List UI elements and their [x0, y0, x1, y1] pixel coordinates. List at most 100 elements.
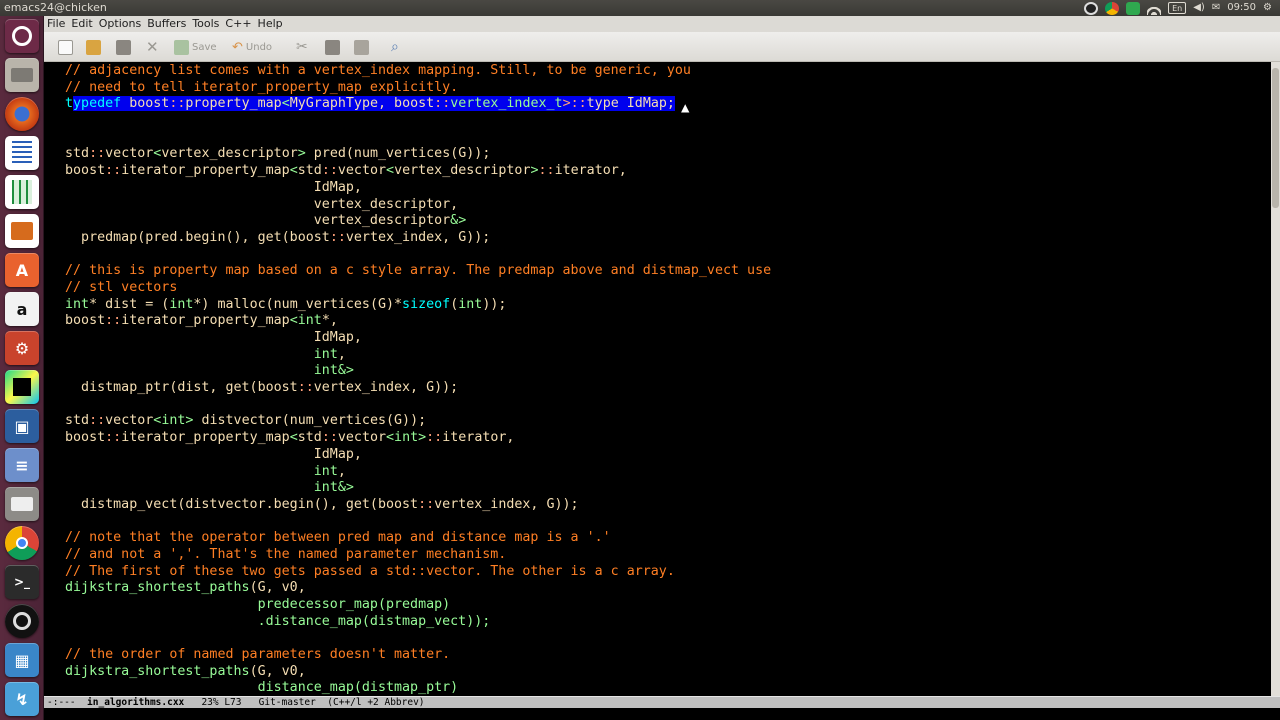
undo-arrow-icon: ↶: [232, 39, 243, 55]
code-token: ypedef: [73, 96, 122, 112]
code-editor[interactable]: // adjacency list comes with a vertex_in…: [44, 62, 1280, 696]
printer-icon[interactable]: [5, 487, 39, 521]
software-center-icon[interactable]: A: [5, 253, 39, 287]
mouse-pointer-icon: ▲: [681, 100, 690, 116]
folder-icon: [86, 39, 101, 55]
code-token: ::: [426, 430, 443, 446]
code-line: // the order of named parameters doesn't…: [65, 647, 1245, 664]
menu-edit[interactable]: Edit: [71, 16, 92, 32]
system-settings-icon[interactable]: ⚙: [5, 331, 39, 365]
buffer-status: -:---: [47, 697, 88, 708]
menu-help[interactable]: Help: [258, 16, 283, 32]
code-line: distmap_ptr(dist, get(boost::vertex_inde…: [65, 380, 1245, 397]
virtualbox-icon[interactable]: ▣: [5, 409, 39, 443]
scissors-icon: ✂: [296, 39, 308, 55]
open-file-button[interactable]: [86, 37, 101, 57]
firefox-icon[interactable]: [5, 97, 39, 131]
code-line: .distance_map(distmap_vect));: [65, 614, 1245, 631]
messaging-icon[interactable]: [1126, 1, 1141, 15]
pinta-icon[interactable]: ≡: [5, 448, 39, 482]
power-gear-icon[interactable]: ⚙: [1263, 0, 1272, 16]
menu-tools[interactable]: Tools: [192, 16, 219, 32]
obs-tray-icon[interactable]: [1084, 1, 1099, 15]
code-token: ::: [321, 430, 338, 446]
dired-button[interactable]: [116, 37, 131, 57]
menu-buffers[interactable]: Buffers: [147, 16, 186, 32]
code-token: // and not a ','. That's the named param…: [65, 546, 507, 562]
impress-icon[interactable]: [5, 214, 39, 248]
code-token: type IdMap;: [586, 96, 675, 112]
wifi-icon[interactable]: [1147, 1, 1162, 15]
search-button[interactable]: ⌕: [391, 37, 399, 57]
mode-line: -:--- in_algorithms.cxx 23% L73 Git-mast…: [44, 696, 1280, 708]
code-line: distance_map(distmap_ptr): [65, 680, 1245, 697]
undo-button[interactable]: ↶ Undo: [232, 37, 272, 57]
terminal-icon[interactable]: >_: [5, 565, 39, 599]
menu-file[interactable]: File: [47, 16, 65, 32]
code-token: dijkstra_shortest_paths: [65, 663, 250, 679]
code-token: distance_map(distmap_ptr): [65, 680, 459, 696]
amazon-icon[interactable]: a: [5, 292, 39, 326]
code-token: dijkstra_shortest_paths: [65, 580, 250, 596]
cursor-icon[interactable]: ↯: [5, 682, 39, 716]
code-line: // need to tell iterator_property_map ex…: [65, 80, 1245, 97]
obs-icon[interactable]: [5, 604, 39, 638]
code-line: // and not a ','. That's the named param…: [65, 547, 1245, 564]
copy-button[interactable]: [325, 37, 340, 57]
code-line: typedef boost::property_map<MyGraphType,…: [65, 96, 1245, 113]
cut-button[interactable]: ✂: [296, 37, 308, 57]
menu-options[interactable]: Options: [99, 16, 141, 32]
code-token: int&>: [313, 363, 354, 379]
buffer-name[interactable]: in_algorithms.cxx: [87, 697, 184, 708]
writer-icon[interactable]: [5, 136, 39, 170]
search-icon: ⌕: [391, 39, 399, 55]
top-panel: emacs24@chicken En ◀) ✉ 09:50 ⚙: [0, 0, 1280, 16]
code-token: *,: [321, 313, 338, 329]
minibuffer[interactable]: [44, 708, 1280, 720]
save-button[interactable]: Save: [174, 37, 217, 57]
code-token: // note that the operator between pred m…: [65, 530, 611, 546]
code-line: // The first of these two gets passed a …: [65, 564, 1245, 581]
code-token: vector: [105, 146, 154, 162]
close-buffer-button[interactable]: ✕: [146, 37, 159, 57]
major-mode[interactable]: (C++/l +2 Abbrev): [316, 697, 424, 708]
code-line: std::vector<vertex_descriptor> pred(num_…: [65, 146, 1245, 163]
chrome-icon[interactable]: [5, 526, 39, 560]
chrome-tray-icon[interactable]: [1105, 1, 1120, 15]
ubuntu-dash-icon[interactable]: [5, 19, 39, 53]
code-token: .distance_map(distmap_vect));: [65, 613, 491, 629]
code-token: iterator_property_map: [121, 430, 290, 446]
code-token: std: [297, 430, 322, 446]
code-token: std: [65, 413, 90, 429]
code-buffer[interactable]: // adjacency list comes with a vertex_in…: [65, 63, 1245, 697]
code-token: vector: [337, 163, 387, 179]
mail-icon[interactable]: ✉: [1212, 0, 1220, 16]
keyboard-layout-indicator[interactable]: En: [1168, 2, 1187, 14]
code-token: pred(num_vertices(G));: [305, 146, 491, 162]
workspaces-icon[interactable]: ▦: [5, 643, 39, 677]
paste-button[interactable]: [354, 37, 369, 57]
pycharm-icon[interactable]: [5, 370, 39, 404]
calc-icon[interactable]: [5, 175, 39, 209]
files-icon[interactable]: [5, 58, 39, 92]
buffer-position: 23% L73: [184, 697, 242, 708]
vc-branch[interactable]: Git-master: [241, 697, 316, 708]
volume-icon[interactable]: ◀): [1193, 0, 1205, 16]
system-tray: En ◀) ✉ 09:50 ⚙: [1084, 0, 1272, 16]
code-line: int,: [65, 464, 1245, 481]
new-file-button[interactable]: [58, 37, 73, 57]
code-token: ::: [434, 96, 451, 112]
menu-cpp[interactable]: C++: [225, 16, 251, 32]
code-line: int&>: [65, 480, 1245, 497]
scrollbar-thumb[interactable]: [1272, 68, 1279, 208]
code-token: (G, v0,: [249, 663, 306, 679]
clock[interactable]: 09:50: [1227, 0, 1256, 16]
code-token: <int: [289, 313, 322, 329]
code-token: distmap_vect(distvector.begin(), get(boo…: [65, 496, 419, 512]
scrollbar[interactable]: [1271, 62, 1280, 696]
code-token: vertex_index, G));: [313, 380, 459, 396]
